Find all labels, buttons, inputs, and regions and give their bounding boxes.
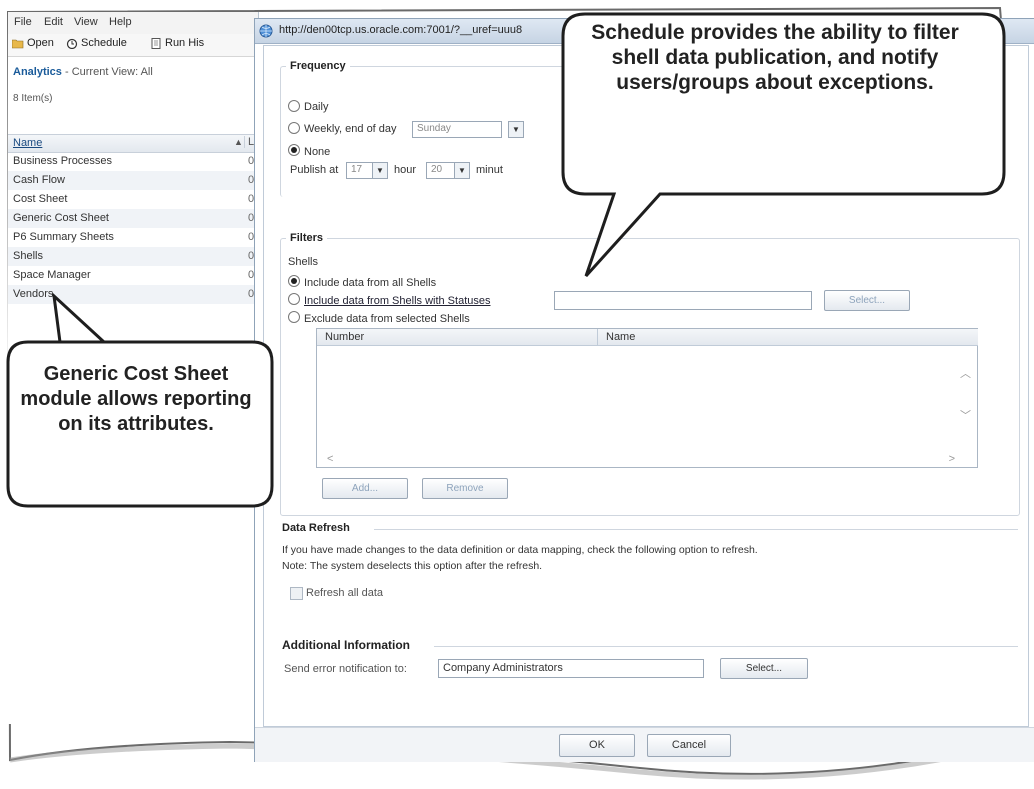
screenshot-scene: File Edit View Help Open Schedule Run Hi… bbox=[0, 0, 1034, 789]
generic-cost-sheet-callout-text: Generic Cost Sheet module allows reporti… bbox=[20, 363, 252, 435]
schedule-callout-text: Schedule provides the ability to filter … bbox=[591, 21, 959, 94]
